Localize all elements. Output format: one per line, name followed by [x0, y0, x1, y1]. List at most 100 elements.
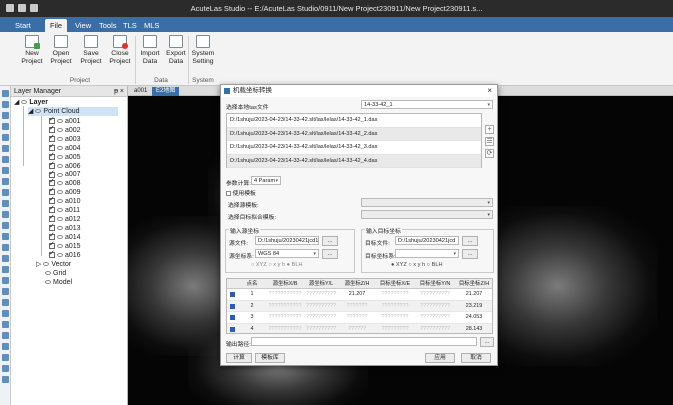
eye-icon[interactable] [57, 225, 63, 230]
output-path-input[interactable] [251, 337, 477, 346]
output-browse-button[interactable]: ... [480, 337, 494, 347]
tool-icon[interactable] [1, 266, 9, 273]
cancel-button[interactable]: 取消 [461, 353, 491, 363]
expand-icon[interactable]: ▷ [36, 261, 41, 268]
source-crs-combo[interactable]: WGS 84 ▾ [255, 249, 319, 258]
tool-icon[interactable] [1, 200, 9, 207]
new-project-button[interactable]: New Project [18, 35, 46, 66]
tool-icon[interactable] [1, 134, 9, 141]
template-b-combo[interactable]: ▾ [361, 210, 493, 219]
save-project-button[interactable]: Save Project [77, 35, 105, 66]
tool-icon[interactable] [1, 310, 9, 317]
target-browse-button[interactable]: ... [462, 236, 478, 246]
template-a-combo[interactable]: ▾ [361, 198, 493, 207]
tree-grid[interactable]: Grid [45, 269, 66, 278]
eye-icon[interactable] [57, 145, 63, 150]
eye-icon[interactable] [57, 208, 63, 213]
eye-icon[interactable] [57, 181, 63, 186]
tool-icon[interactable] [1, 178, 9, 185]
target-coord-radios[interactable]: ● XYZ ○ x y h ○ BLH [391, 262, 442, 268]
tool-icon[interactable] [1, 321, 9, 328]
col-header[interactable]: 目标坐标Y/N [415, 279, 455, 289]
close-icon[interactable]: × [487, 85, 492, 97]
target-crs-combo[interactable]: ▾ [395, 249, 459, 258]
close-project-button[interactable]: Close Project [106, 35, 134, 66]
param-combo[interactable]: 4 Param ▾ [251, 176, 281, 185]
tool-icon[interactable] [1, 211, 9, 218]
eye-icon[interactable] [57, 199, 63, 204]
eye-icon[interactable] [57, 243, 63, 248]
tool-icon[interactable] [1, 222, 9, 229]
tool-icon[interactable] [1, 365, 9, 372]
eye-icon[interactable] [57, 119, 63, 124]
file-list-item[interactable]: D:/1shuju/2023-04-23/14-33-42.slt/las/le… [227, 114, 481, 128]
doc-tab-a001[interactable]: a001 [130, 87, 151, 96]
eye-icon[interactable] [57, 163, 63, 168]
tool-icon[interactable] [1, 167, 9, 174]
table-row[interactable]: 3???????????????????????????????????????… [227, 312, 492, 324]
row-checkbox[interactable] [230, 315, 235, 320]
tool-icon[interactable] [1, 156, 9, 163]
eye-icon[interactable] [57, 252, 63, 257]
file-list-item[interactable]: D:/1shuju/2023-04-23/14-33-42.slt/las/le… [227, 141, 481, 155]
open-project-button[interactable]: Open Project [47, 35, 75, 66]
tool-icon[interactable] [1, 112, 9, 119]
tab-file[interactable]: File [45, 19, 68, 32]
eye-icon[interactable] [57, 217, 63, 222]
tool-icon[interactable] [1, 277, 9, 284]
target-file-input[interactable]: D:/1shuju/20230421jcd [395, 236, 459, 245]
import-data-button[interactable]: Import Data [136, 35, 164, 66]
eye-icon[interactable] [45, 280, 51, 285]
source-crs-button[interactable]: ... [322, 249, 338, 259]
eye-icon[interactable] [35, 109, 42, 114]
col-header[interactable]: 目标坐标Z/H [455, 279, 492, 289]
eye-icon[interactable] [57, 128, 63, 133]
tool-icon[interactable] [1, 376, 9, 383]
eye-icon[interactable] [57, 136, 63, 141]
tool-icon[interactable] [1, 90, 9, 97]
refresh-icon[interactable]: ⟳ [485, 149, 494, 158]
select-file-combo[interactable]: 14-33-42_1 ▾ [361, 100, 493, 109]
table-row[interactable]: 1????????????????????? 21.207????????????… [227, 289, 492, 301]
control-point-table[interactable]: 点名 源坐标X/B 源坐标Y/L 源坐标Z/H 目标坐标X/E 目标坐标Y/N … [226, 278, 493, 334]
col-header[interactable]: 源坐标Z/H [339, 279, 375, 289]
col-header[interactable]: 点名 [237, 279, 267, 289]
col-header[interactable]: 源坐标Y/L [303, 279, 339, 289]
eye-icon[interactable] [57, 234, 63, 239]
tool-icon[interactable] [1, 101, 9, 108]
add-file-button[interactable]: + [485, 125, 494, 134]
apply-button[interactable]: 应用 [425, 353, 455, 363]
expand-icon[interactable]: ◢ [14, 99, 19, 106]
tool-icon[interactable] [1, 288, 9, 295]
tab-view[interactable]: View [70, 19, 96, 32]
layer-checkbox[interactable] [49, 249, 55, 258]
col-header[interactable]: 目标坐标X/E [375, 279, 415, 289]
tab-start[interactable]: Start [10, 19, 36, 32]
file-list[interactable]: D:/1shuju/2023-04-23/14-33-42.slt/las/le… [226, 113, 482, 168]
row-checkbox[interactable] [230, 303, 235, 309]
table-row[interactable]: 4???????????????????????????????????????… [227, 323, 492, 333]
target-crs-button[interactable]: ... [462, 249, 478, 259]
tab-mls[interactable]: MLS [139, 19, 164, 32]
source-browse-button[interactable]: ... [322, 236, 338, 246]
row-checkbox[interactable] [230, 292, 235, 297]
file-list-item[interactable]: D:/1shuju/2023-04-23/14-33-42.slt/las/le… [227, 127, 481, 141]
tool-icon[interactable] [1, 145, 9, 152]
table-row[interactable]: 2???????????????????????????????????????… [227, 300, 492, 312]
checkbox-box[interactable] [226, 190, 231, 196]
tree-point-cloud[interactable]: ◢ Point Cloud [28, 107, 118, 116]
tool-icon[interactable] [1, 233, 9, 240]
source-file-input[interactable]: D:/1shuju/20230421jcd1.t [255, 236, 319, 245]
tool-icon[interactable] [1, 189, 9, 196]
calculate-button[interactable]: 计算 [226, 353, 252, 363]
tool-icon[interactable] [1, 255, 9, 262]
tool-icon[interactable] [1, 332, 9, 339]
expand-icon[interactable]: ◢ [28, 108, 33, 115]
tool-icon[interactable] [1, 299, 9, 306]
doc-tab-map[interactable]: E2地图 [152, 87, 180, 96]
template-library-button[interactable]: 模板库 [255, 353, 285, 363]
list-icon[interactable]: ☰ [485, 137, 494, 146]
tree-layer-item[interactable]: a016 [49, 249, 81, 260]
eye-icon[interactable] [43, 262, 50, 267]
tree-model[interactable]: Model [45, 278, 72, 287]
